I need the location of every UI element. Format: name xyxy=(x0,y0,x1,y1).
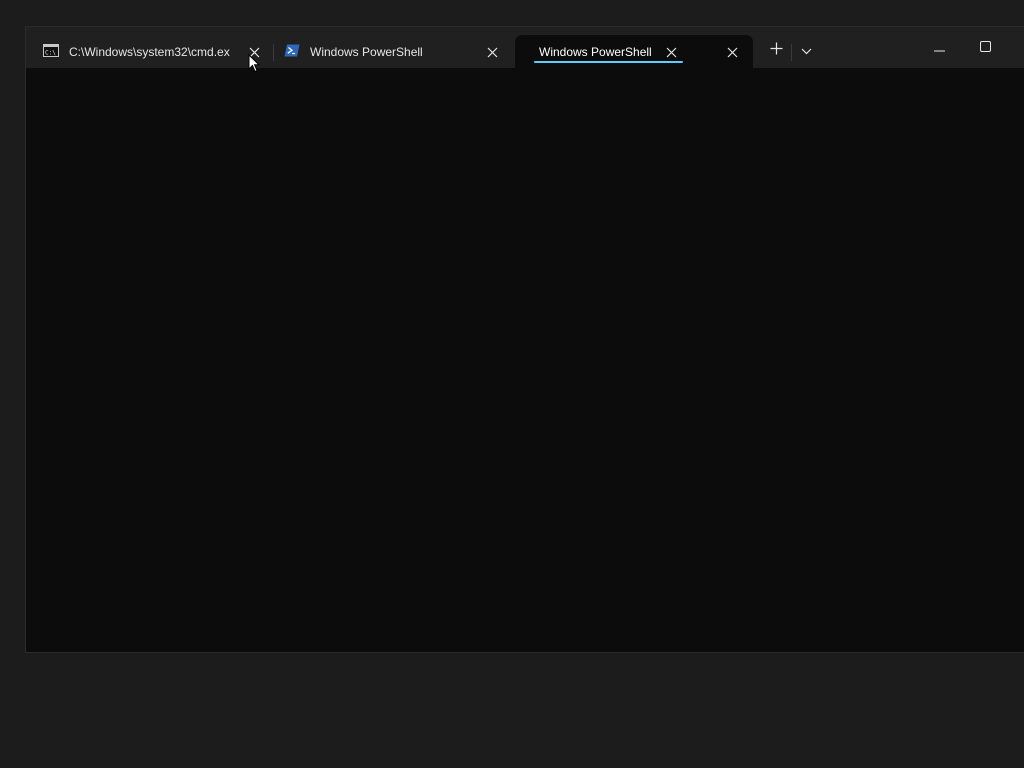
plus-icon xyxy=(770,42,783,60)
tab-label: C:\Windows\system32\cmd.ex xyxy=(69,44,230,59)
powershell-icon xyxy=(284,44,300,60)
title-bar[interactable]: C:\ C:\Windows\system32\cmd.ex Windows P… xyxy=(26,27,1024,68)
close-icon[interactable] xyxy=(725,45,739,59)
tab-powershell-active[interactable]: Windows PowerShell xyxy=(515,35,753,68)
maximize-button[interactable] xyxy=(975,38,995,58)
terminal-content[interactable] xyxy=(26,68,1024,652)
cmd-icon: C:\ xyxy=(43,43,59,60)
mouse-cursor-icon xyxy=(248,53,261,78)
new-tab-button[interactable] xyxy=(766,41,786,61)
svg-text:C:\: C:\ xyxy=(45,49,56,56)
active-tab-indicator xyxy=(534,61,683,63)
maximize-icon xyxy=(979,39,991,57)
close-icon[interactable] xyxy=(664,45,678,59)
chevron-down-icon xyxy=(801,42,812,60)
tab-label: Windows PowerShell xyxy=(539,44,652,59)
tab-dropdown-button[interactable] xyxy=(796,41,816,61)
toolbar-separator xyxy=(791,44,792,61)
minimize-button[interactable] xyxy=(929,38,949,58)
minimize-icon xyxy=(933,39,945,57)
terminal-window: C:\ C:\Windows\system32\cmd.ex Windows P… xyxy=(25,26,1024,653)
tab-cmd[interactable]: C:\ C:\Windows\system32\cmd.ex xyxy=(26,35,266,68)
tab-powershell[interactable]: Windows PowerShell xyxy=(274,35,512,68)
close-icon[interactable] xyxy=(485,45,499,59)
tab-label: Windows PowerShell xyxy=(310,44,423,59)
